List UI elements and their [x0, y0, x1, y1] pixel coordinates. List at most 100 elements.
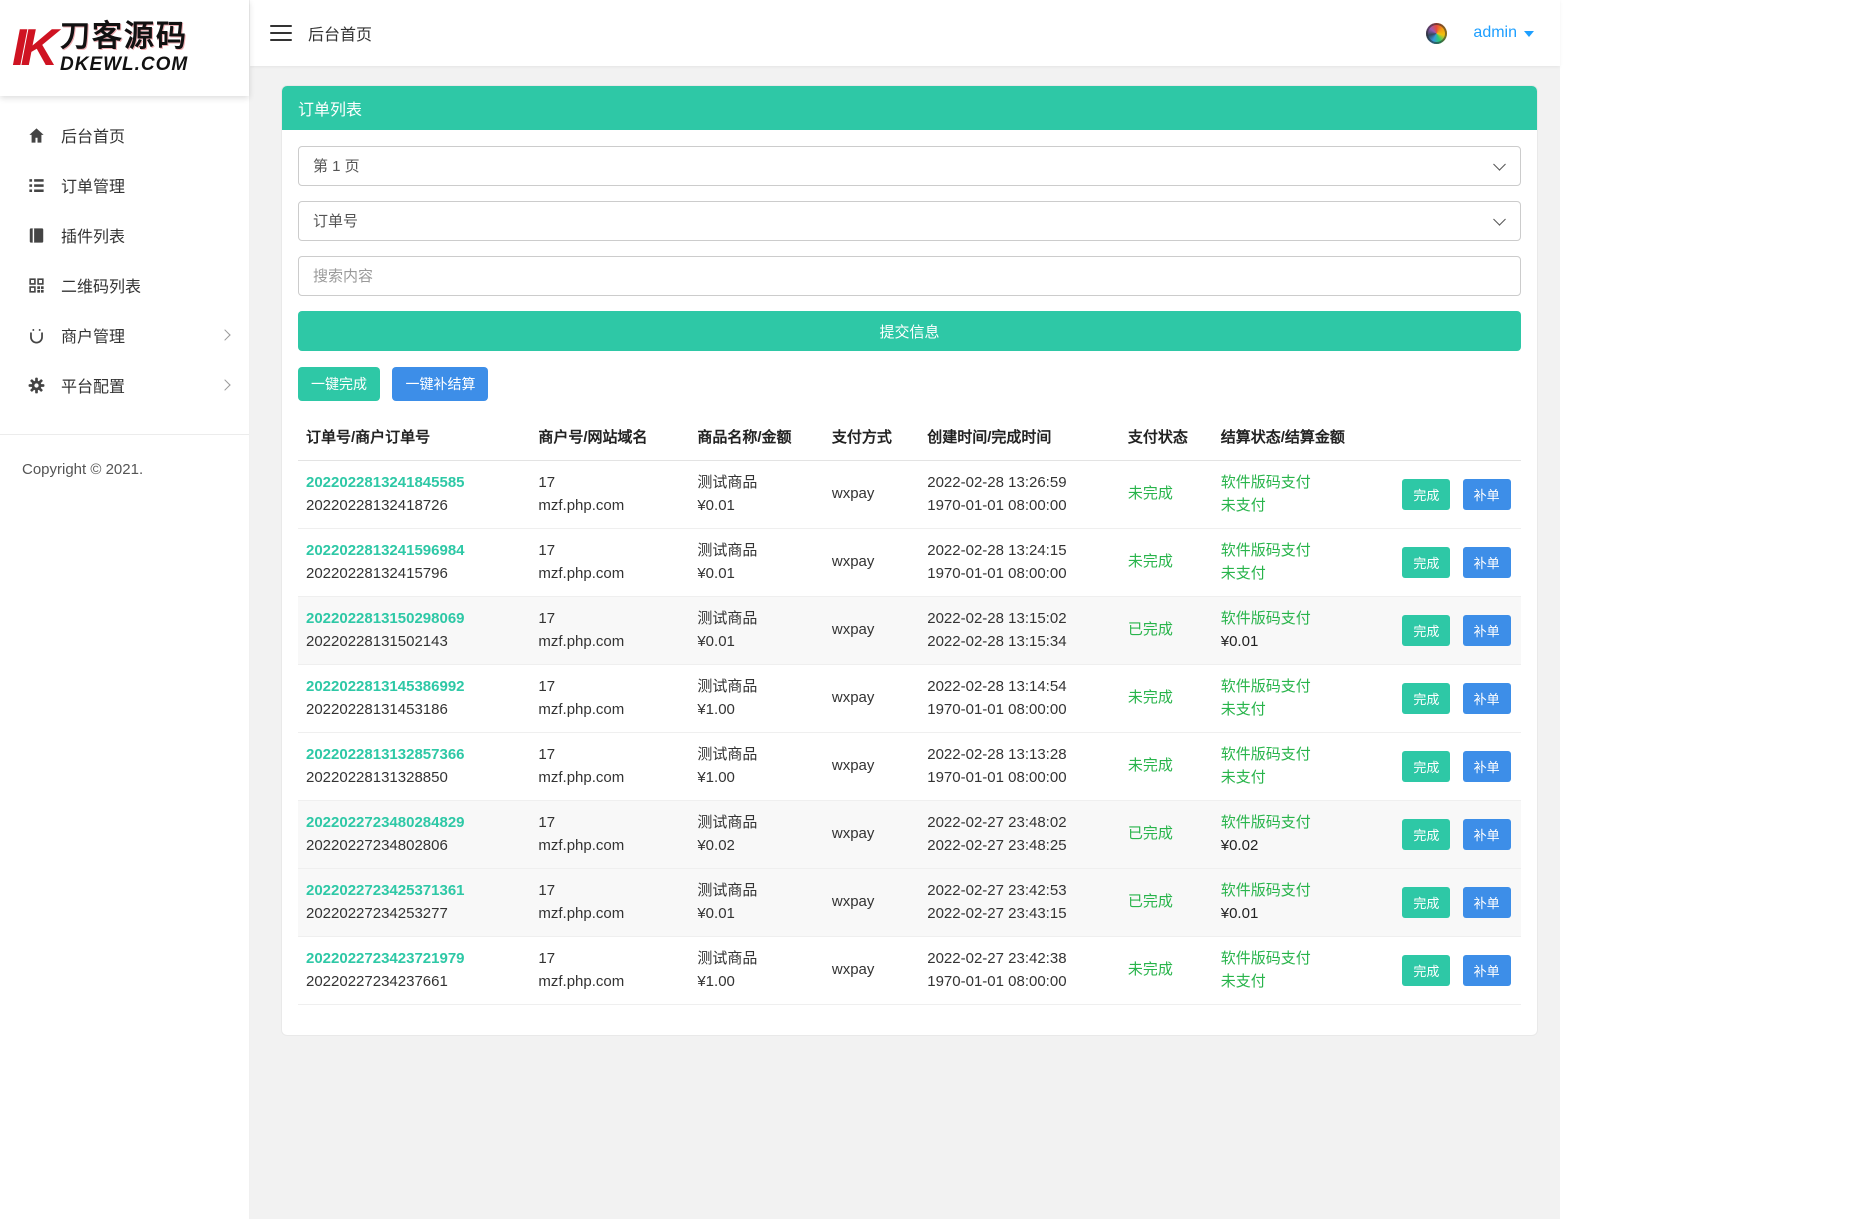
sidebar-item-orders[interactable]: 订单管理 [0, 160, 249, 210]
order-number-link[interactable]: 2022022813241845585 [306, 472, 522, 495]
sidebar-item-merchants[interactable]: 商户管理 [0, 310, 249, 360]
row-complete-button[interactable]: 完成 [1402, 479, 1450, 510]
submit-button[interactable]: 提交信息 [298, 311, 1521, 351]
order-number-link[interactable]: 2022022813150298069 [306, 608, 522, 631]
merchant-order-number: 20220228131453186 [306, 699, 522, 722]
sidebar-item-qrcodes[interactable]: 二维码列表 [0, 260, 249, 310]
product-name: 测试商品 [697, 472, 816, 495]
row-complete-button[interactable]: 完成 [1402, 683, 1450, 714]
row-supplement-button[interactable]: 补单 [1463, 683, 1511, 714]
pay-status: 未完成 [1128, 755, 1205, 778]
sidebar-item-platform[interactable]: 平台配置 [0, 360, 249, 410]
created-time: 2022-02-28 13:26:59 [927, 472, 1112, 495]
row-complete-button[interactable]: 完成 [1402, 955, 1450, 986]
row-supplement-button[interactable]: 补单 [1463, 547, 1511, 578]
page-select[interactable]: 第 1 页 [298, 146, 1521, 186]
pay-status: 未完成 [1128, 687, 1205, 710]
menu-toggle-button[interactable] [270, 25, 292, 41]
merchant-id: 17 [538, 880, 681, 903]
book-icon [26, 225, 46, 245]
admin-menu[interactable]: admin [1473, 24, 1534, 42]
finished-time: 1970-01-01 08:00:00 [927, 699, 1112, 722]
column-header-order: 订单号/商户订单号 [298, 413, 530, 461]
column-header-settle: 结算状态/结算金额 [1213, 413, 1387, 461]
pay-status: 已完成 [1128, 619, 1205, 642]
settle-type: 软件版码支付 [1221, 948, 1379, 971]
pay-type: wxpay [832, 755, 911, 778]
merchant-order-number: 20220228131328850 [306, 767, 522, 790]
product-name: 测试商品 [697, 608, 816, 631]
product-name: 测试商品 [697, 880, 816, 903]
sidebar-item-plugins[interactable]: 插件列表 [0, 210, 249, 260]
row-complete-button[interactable]: 完成 [1402, 547, 1450, 578]
settle-type: 软件版码支付 [1221, 676, 1379, 699]
finished-time: 1970-01-01 08:00:00 [927, 971, 1112, 994]
created-time: 2022-02-28 13:24:15 [927, 540, 1112, 563]
order-table-body: 2022022813241845585 20220228132418726 17… [298, 461, 1521, 1005]
bulk-settle-button[interactable]: 一键补结算 [392, 367, 488, 401]
settle-amount: ¥0.01 [1221, 631, 1379, 654]
product-amount: ¥1.00 [697, 699, 816, 722]
finished-time: 2022-02-28 13:15:34 [927, 631, 1112, 654]
bulk-actions: 一键完成 一键补结算 [298, 367, 1521, 401]
search-input[interactable] [298, 256, 1521, 296]
order-number-link[interactable]: 2022022813241596984 [306, 540, 522, 563]
sidebar-item-label: 商户管理 [61, 323, 125, 347]
created-time: 2022-02-28 13:14:54 [927, 676, 1112, 699]
logo-subtitle: DKEWL.COM [60, 54, 188, 76]
row-supplement-button[interactable]: 补单 [1463, 955, 1511, 986]
order-field-select[interactable]: 订单号 [298, 201, 1521, 241]
bulk-complete-button[interactable]: 一键完成 [298, 367, 380, 401]
site-domain: mzf.php.com [538, 971, 681, 994]
sidebar-item-label: 插件列表 [61, 223, 125, 247]
merchant-id: 17 [538, 676, 681, 699]
order-number-link[interactable]: 2022022813132857366 [306, 744, 522, 767]
row-supplement-button[interactable]: 补单 [1463, 751, 1511, 782]
row-supplement-button[interactable]: 补单 [1463, 819, 1511, 850]
merchant-icon [26, 325, 46, 345]
pay-status: 未完成 [1128, 551, 1205, 574]
site-domain: mzf.php.com [538, 495, 681, 518]
row-complete-button[interactable]: 完成 [1402, 887, 1450, 918]
page: IK 刀客源码 DKEWL.COM 后台首页 订单管理 [0, 0, 1874, 1219]
qrcode-icon [26, 275, 46, 295]
sidebar-item-home[interactable]: 后台首页 [0, 110, 249, 160]
order-number-link[interactable]: 2022022723480284829 [306, 812, 522, 835]
row-supplement-button[interactable]: 补单 [1463, 479, 1511, 510]
merchant-order-number: 20220227234237661 [306, 971, 522, 994]
copyright-text: Copyright © 2021. [0, 435, 249, 478]
admin-label: admin [1473, 24, 1517, 42]
merchant-id: 17 [538, 472, 681, 495]
panel-body: 第 1 页 订单号 提交信息 [282, 130, 1537, 1035]
product-name: 测试商品 [697, 676, 816, 699]
sidebar-item-label: 平台配置 [61, 373, 125, 397]
order-number-link[interactable]: 2022022813145386992 [306, 676, 522, 699]
pay-type: wxpay [832, 959, 911, 982]
chevron-right-icon [219, 329, 230, 340]
row-complete-button[interactable]: 完成 [1402, 615, 1450, 646]
finished-time: 2022-02-27 23:48:25 [927, 835, 1112, 858]
finished-time: 1970-01-01 08:00:00 [927, 767, 1112, 790]
settle-amount: ¥0.02 [1221, 835, 1379, 858]
site-domain: mzf.php.com [538, 835, 681, 858]
table-row: 2022022723480284829 20220227234802806 17… [298, 801, 1521, 869]
settle-type: 软件版码支付 [1221, 880, 1379, 903]
order-number-link[interactable]: 2022022723423721979 [306, 948, 522, 971]
theme-palette-icon[interactable] [1426, 23, 1447, 44]
pay-type: wxpay [832, 891, 911, 914]
site-domain: mzf.php.com [538, 767, 681, 790]
panel-title: 订单列表 [282, 86, 1537, 130]
settle-amount: 未支付 [1221, 563, 1379, 586]
row-supplement-button[interactable]: 补单 [1463, 615, 1511, 646]
merchant-order-number: 20220227234802806 [306, 835, 522, 858]
order-number-link[interactable]: 2022022723425371361 [306, 880, 522, 903]
product-amount: ¥0.01 [697, 495, 816, 518]
row-complete-button[interactable]: 完成 [1402, 819, 1450, 850]
row-complete-button[interactable]: 完成 [1402, 751, 1450, 782]
topbar: 后台首页 admin [250, 0, 1560, 66]
row-supplement-button[interactable]: 补单 [1463, 887, 1511, 918]
site-domain: mzf.php.com [538, 903, 681, 926]
table-row: 2022022813132857366 20220228131328850 17… [298, 733, 1521, 801]
pay-status: 已完成 [1128, 891, 1205, 914]
settle-amount: 未支付 [1221, 971, 1379, 994]
